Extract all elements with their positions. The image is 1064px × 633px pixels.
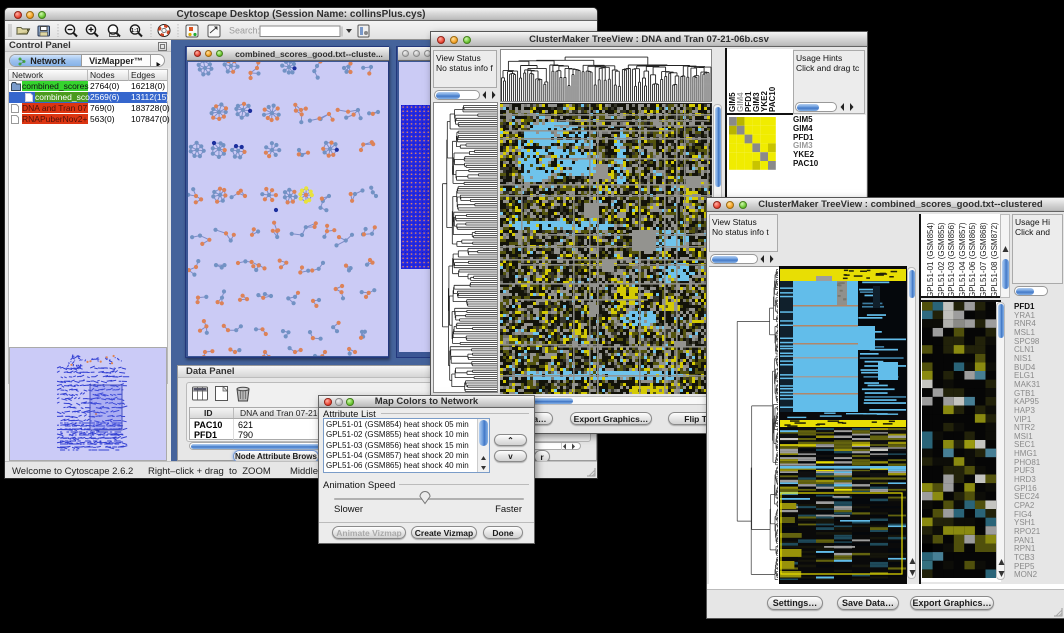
svg-text:Search:: Search:: [229, 26, 260, 36]
svg-text:1:1: 1:1: [131, 28, 139, 34]
